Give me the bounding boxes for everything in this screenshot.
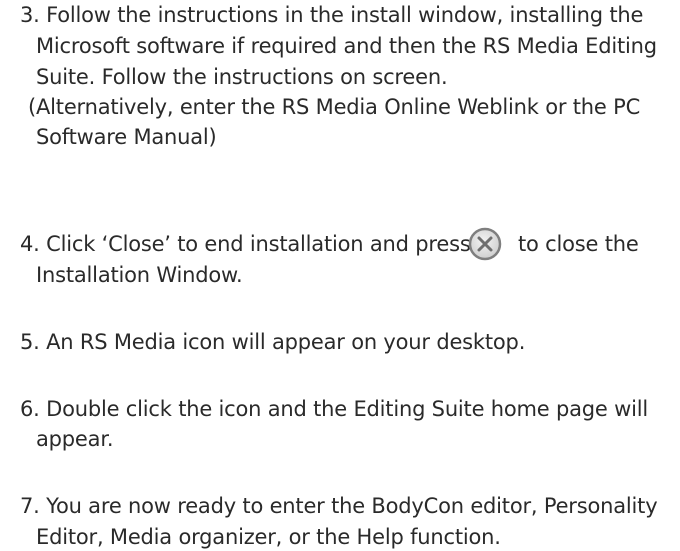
step-7-line-1: 7. You are now ready to enter the BodyCo… [20,494,658,519]
step-5-line-1: 5. An RS Media icon will appear on your … [20,330,526,355]
step-4-line-2: Installation Window. [36,262,243,287]
step-3-line-1: 3. Follow the instructions in the instal… [20,3,644,28]
step-3-line-5: Software Manual) [36,124,217,149]
instructions-document: 3. Follow the instructions in the instal… [0,0,680,551]
step-4-line-1: 4. Click ‘Close’ to end installation and… [20,232,471,257]
step-3-line-2: Microsoft software if required and then … [36,34,657,59]
close-circle-x-icon [468,227,502,261]
step-7-line-2: Editor, Media organizer, or the Help fun… [36,524,501,549]
step-4-line-1-end: to close the [518,232,639,257]
step-6-line-2: appear. [36,427,114,452]
step-3-line-4: (Alternatively, enter the RS Media Onlin… [28,94,641,119]
step-6-line-1: 6. Double click the icon and the Editing… [20,397,649,422]
step-3-line-3: Suite. Follow the instructions on screen… [36,64,448,89]
